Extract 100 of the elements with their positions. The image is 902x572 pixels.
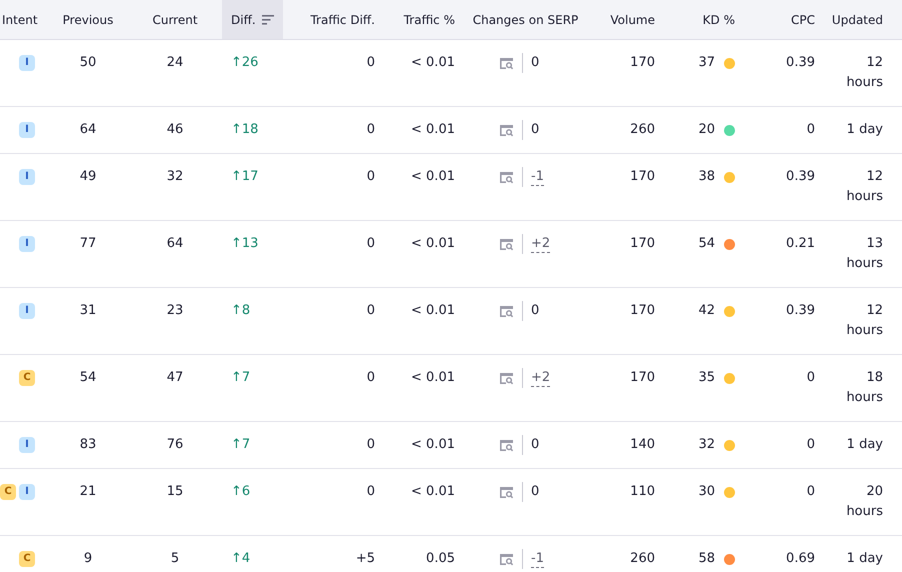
- table-cell-text: +5: [356, 550, 375, 568]
- table-cell-text: 0: [366, 369, 375, 387]
- serp-snapshot-icon[interactable]: [499, 439, 514, 452]
- table-cell-text: 64: [80, 121, 96, 139]
- table-cell-text: 0.39: [786, 168, 815, 186]
- serp-snapshot-icon[interactable]: [499, 553, 514, 566]
- table-cell-text: ↑7: [231, 436, 250, 454]
- table-cell-text: 50: [80, 54, 96, 72]
- table-cell-text: 5: [170, 550, 180, 568]
- table-cell-text: 170: [630, 302, 655, 320]
- table-cell-text: 54: [698, 235, 715, 253]
- table-cell-text: 260: [630, 550, 655, 568]
- intent-badge: I: [19, 122, 35, 138]
- table-cell: 0: [531, 302, 540, 319]
- table-cell-text: 1 day: [846, 550, 883, 568]
- column-header[interactable]: Previous: [48, 0, 128, 40]
- intent-badge: C: [19, 370, 35, 386]
- table-cell-text: 170: [630, 54, 655, 72]
- table-cell-text: 1 day: [846, 121, 883, 139]
- table-cell-text: 0: [806, 483, 815, 501]
- column-header[interactable]: Updated: [823, 0, 902, 40]
- table-cell-text: 0: [366, 302, 375, 320]
- table-cell-text: 170: [630, 369, 655, 387]
- table-cell-text: 20 hours: [845, 483, 883, 521]
- table-cell-text: 38: [698, 168, 715, 186]
- serp-changes-link[interactable]: +2: [531, 369, 550, 387]
- table-cell-text: 13 hours: [845, 235, 883, 273]
- table-cell-text: 0: [806, 436, 815, 454]
- column-header[interactable]: KD %: [663, 0, 743, 40]
- table-cell-text: 0: [366, 54, 375, 72]
- table-cell: 0: [531, 483, 540, 500]
- table-cell-text: 110: [630, 483, 655, 501]
- intent-badge: I: [19, 55, 35, 71]
- table-cell-text: 35: [698, 369, 715, 387]
- table-cell-text: < 0.01: [411, 121, 455, 139]
- column-header[interactable]: CPC: [743, 0, 823, 40]
- serp-snapshot-icon[interactable]: [499, 486, 514, 499]
- serp-changes-link[interactable]: -1: [531, 168, 544, 186]
- table-cell: 0: [531, 436, 540, 453]
- table-cell-text: 0.39: [786, 54, 815, 72]
- serp-snapshot-icon[interactable]: [499, 238, 514, 251]
- serp-snapshot-icon[interactable]: [499, 372, 514, 385]
- table-cell-text: 31: [80, 302, 96, 320]
- table-cell-text: ↑26: [231, 54, 258, 72]
- table-cell-text: 0: [366, 121, 375, 139]
- column-header[interactable]: Intent: [0, 0, 48, 40]
- intent-badge: I: [19, 169, 35, 185]
- table-cell-text: 9: [84, 550, 92, 568]
- table-cell-text: < 0.01: [411, 54, 455, 72]
- table-cell-text: < 0.01: [411, 302, 455, 320]
- table-cell-text: ↑7: [231, 369, 250, 387]
- table-cell-text: 0: [366, 235, 375, 253]
- table-cell-text: 0.69: [786, 550, 815, 568]
- table-cell-text: 0: [806, 369, 815, 387]
- table-cell-text: < 0.01: [411, 168, 455, 186]
- column-header[interactable]: Current: [128, 0, 222, 40]
- serp-snapshot-icon[interactable]: [499, 57, 514, 70]
- table-cell-text: 64: [166, 235, 184, 253]
- table-cell-text: 170: [630, 168, 655, 186]
- serp-snapshot-icon[interactable]: [499, 171, 514, 184]
- column-header[interactable]: Diff.: [222, 0, 283, 40]
- table-cell-text: ↑4: [231, 550, 250, 568]
- column-header[interactable]: Traffic %: [383, 0, 463, 40]
- serp-snapshot-icon[interactable]: [499, 305, 514, 318]
- table-cell-text: 77: [80, 235, 96, 253]
- table-cell-text: ↑18: [231, 121, 258, 139]
- table-cell-text: 21: [80, 483, 96, 501]
- serp-changes-link[interactable]: -1: [531, 550, 544, 568]
- table-cell-text: 58: [698, 550, 715, 568]
- table-cell-text: 37: [698, 54, 715, 72]
- column-header[interactable]: Volume: [588, 0, 663, 40]
- table-cell-text: 0: [806, 121, 815, 139]
- table-cell-text: < 0.01: [411, 436, 455, 454]
- intent-badge: I: [19, 437, 35, 453]
- table-cell-text: 32: [698, 436, 715, 454]
- serp-snapshot-icon[interactable]: [499, 124, 514, 137]
- table-cell-text: 0: [366, 483, 375, 501]
- intent-badge: I: [19, 484, 35, 500]
- table-cell-text: 47: [166, 369, 184, 387]
- table-cell-text: 140: [630, 436, 655, 454]
- table-cell-text: 0: [366, 436, 375, 454]
- table-cell-text: 32: [166, 168, 184, 186]
- table-cell-text: < 0.01: [411, 235, 455, 253]
- table-cell-text: 49: [80, 168, 96, 186]
- table-cell-text: 23: [166, 302, 184, 320]
- serp-changes-link[interactable]: +2: [531, 235, 550, 253]
- table-cell-text: 170: [630, 235, 655, 253]
- table-cell-text: 0.39: [786, 302, 815, 320]
- table-cell: 0: [531, 121, 540, 138]
- intent-badge: C: [19, 551, 35, 567]
- table-cell-text: ↑13: [231, 235, 258, 253]
- table-cell-text: ↑8: [231, 302, 250, 320]
- column-header[interactable]: Changes on SERP: [463, 0, 588, 40]
- table-cell-text: 24: [166, 54, 184, 72]
- table-cell-text: 1 day: [846, 436, 883, 454]
- table-cell-text: 18 hours: [845, 369, 883, 407]
- table-cell-text: ↑17: [231, 168, 258, 186]
- column-header[interactable]: Traffic Diff.: [283, 0, 383, 40]
- table-cell-text: ↑6: [231, 483, 250, 501]
- table-cell-text: < 0.01: [411, 483, 455, 501]
